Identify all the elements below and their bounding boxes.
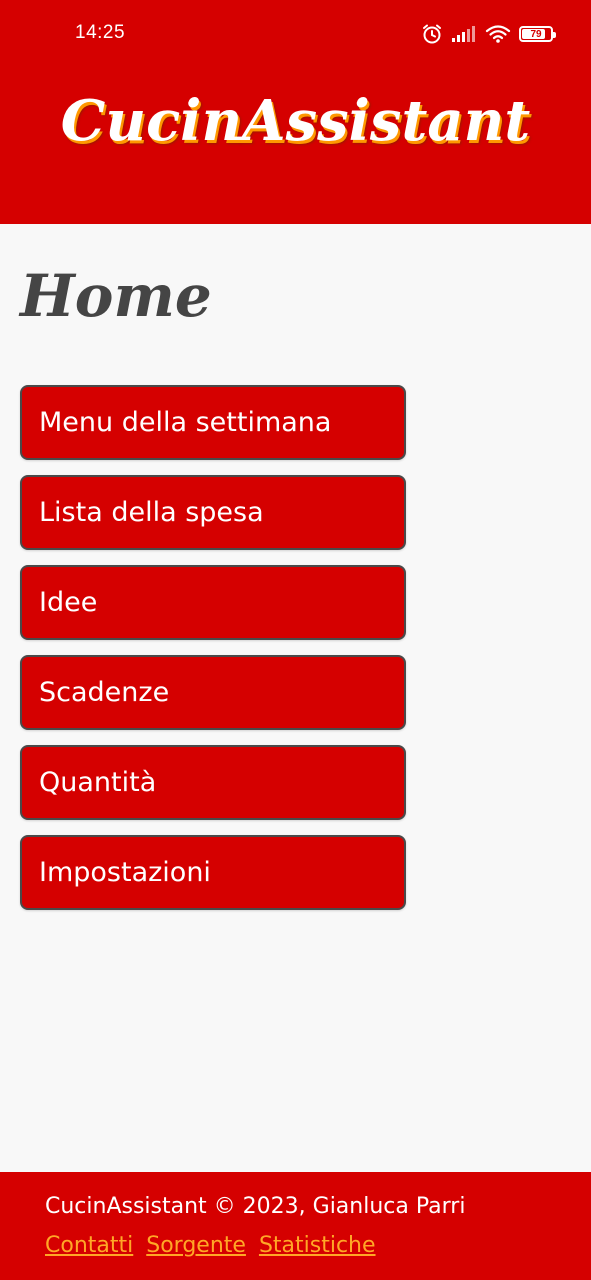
status-time: 14:25 [75,22,126,43]
screen: 14:25 79 CucinAssistant Home Menu della … [0,0,591,1280]
page-title: Home [20,262,212,330]
battery-icon: 79 [519,26,556,42]
home-menu: Menu della settimana Lista della spesa I… [20,385,406,925]
lista-della-spesa-button[interactable]: Lista della spesa [20,475,406,550]
alarm-icon [421,23,443,45]
idee-button[interactable]: Idee [20,565,406,640]
scadenze-button[interactable]: Scadenze [20,655,406,730]
battery-level: 79 [530,28,542,40]
app-title: CucinAssistant [60,88,531,154]
status-icons: 79 [421,22,556,46]
impostazioni-button[interactable]: Impostazioni [20,835,406,910]
menu-della-settimana-button[interactable]: Menu della settimana [20,385,406,460]
quantita-button[interactable]: Quantità [20,745,406,820]
header: 14:25 79 CucinAssistant [0,0,591,224]
footer-links: Contatti Sorgente Statistiche [45,1233,382,1258]
footer-copyright: CucinAssistant © 2023, Gianluca Parri [45,1194,466,1219]
wifi-icon [485,24,511,44]
sorgente-link[interactable]: Sorgente [146,1233,246,1258]
footer: CucinAssistant © 2023, Gianluca Parri Co… [0,1172,591,1280]
status-bar: 14:25 79 [0,0,591,68]
statistiche-link[interactable]: Statistiche [259,1233,376,1258]
contatti-link[interactable]: Contatti [45,1233,133,1258]
signal-icon [451,25,477,43]
